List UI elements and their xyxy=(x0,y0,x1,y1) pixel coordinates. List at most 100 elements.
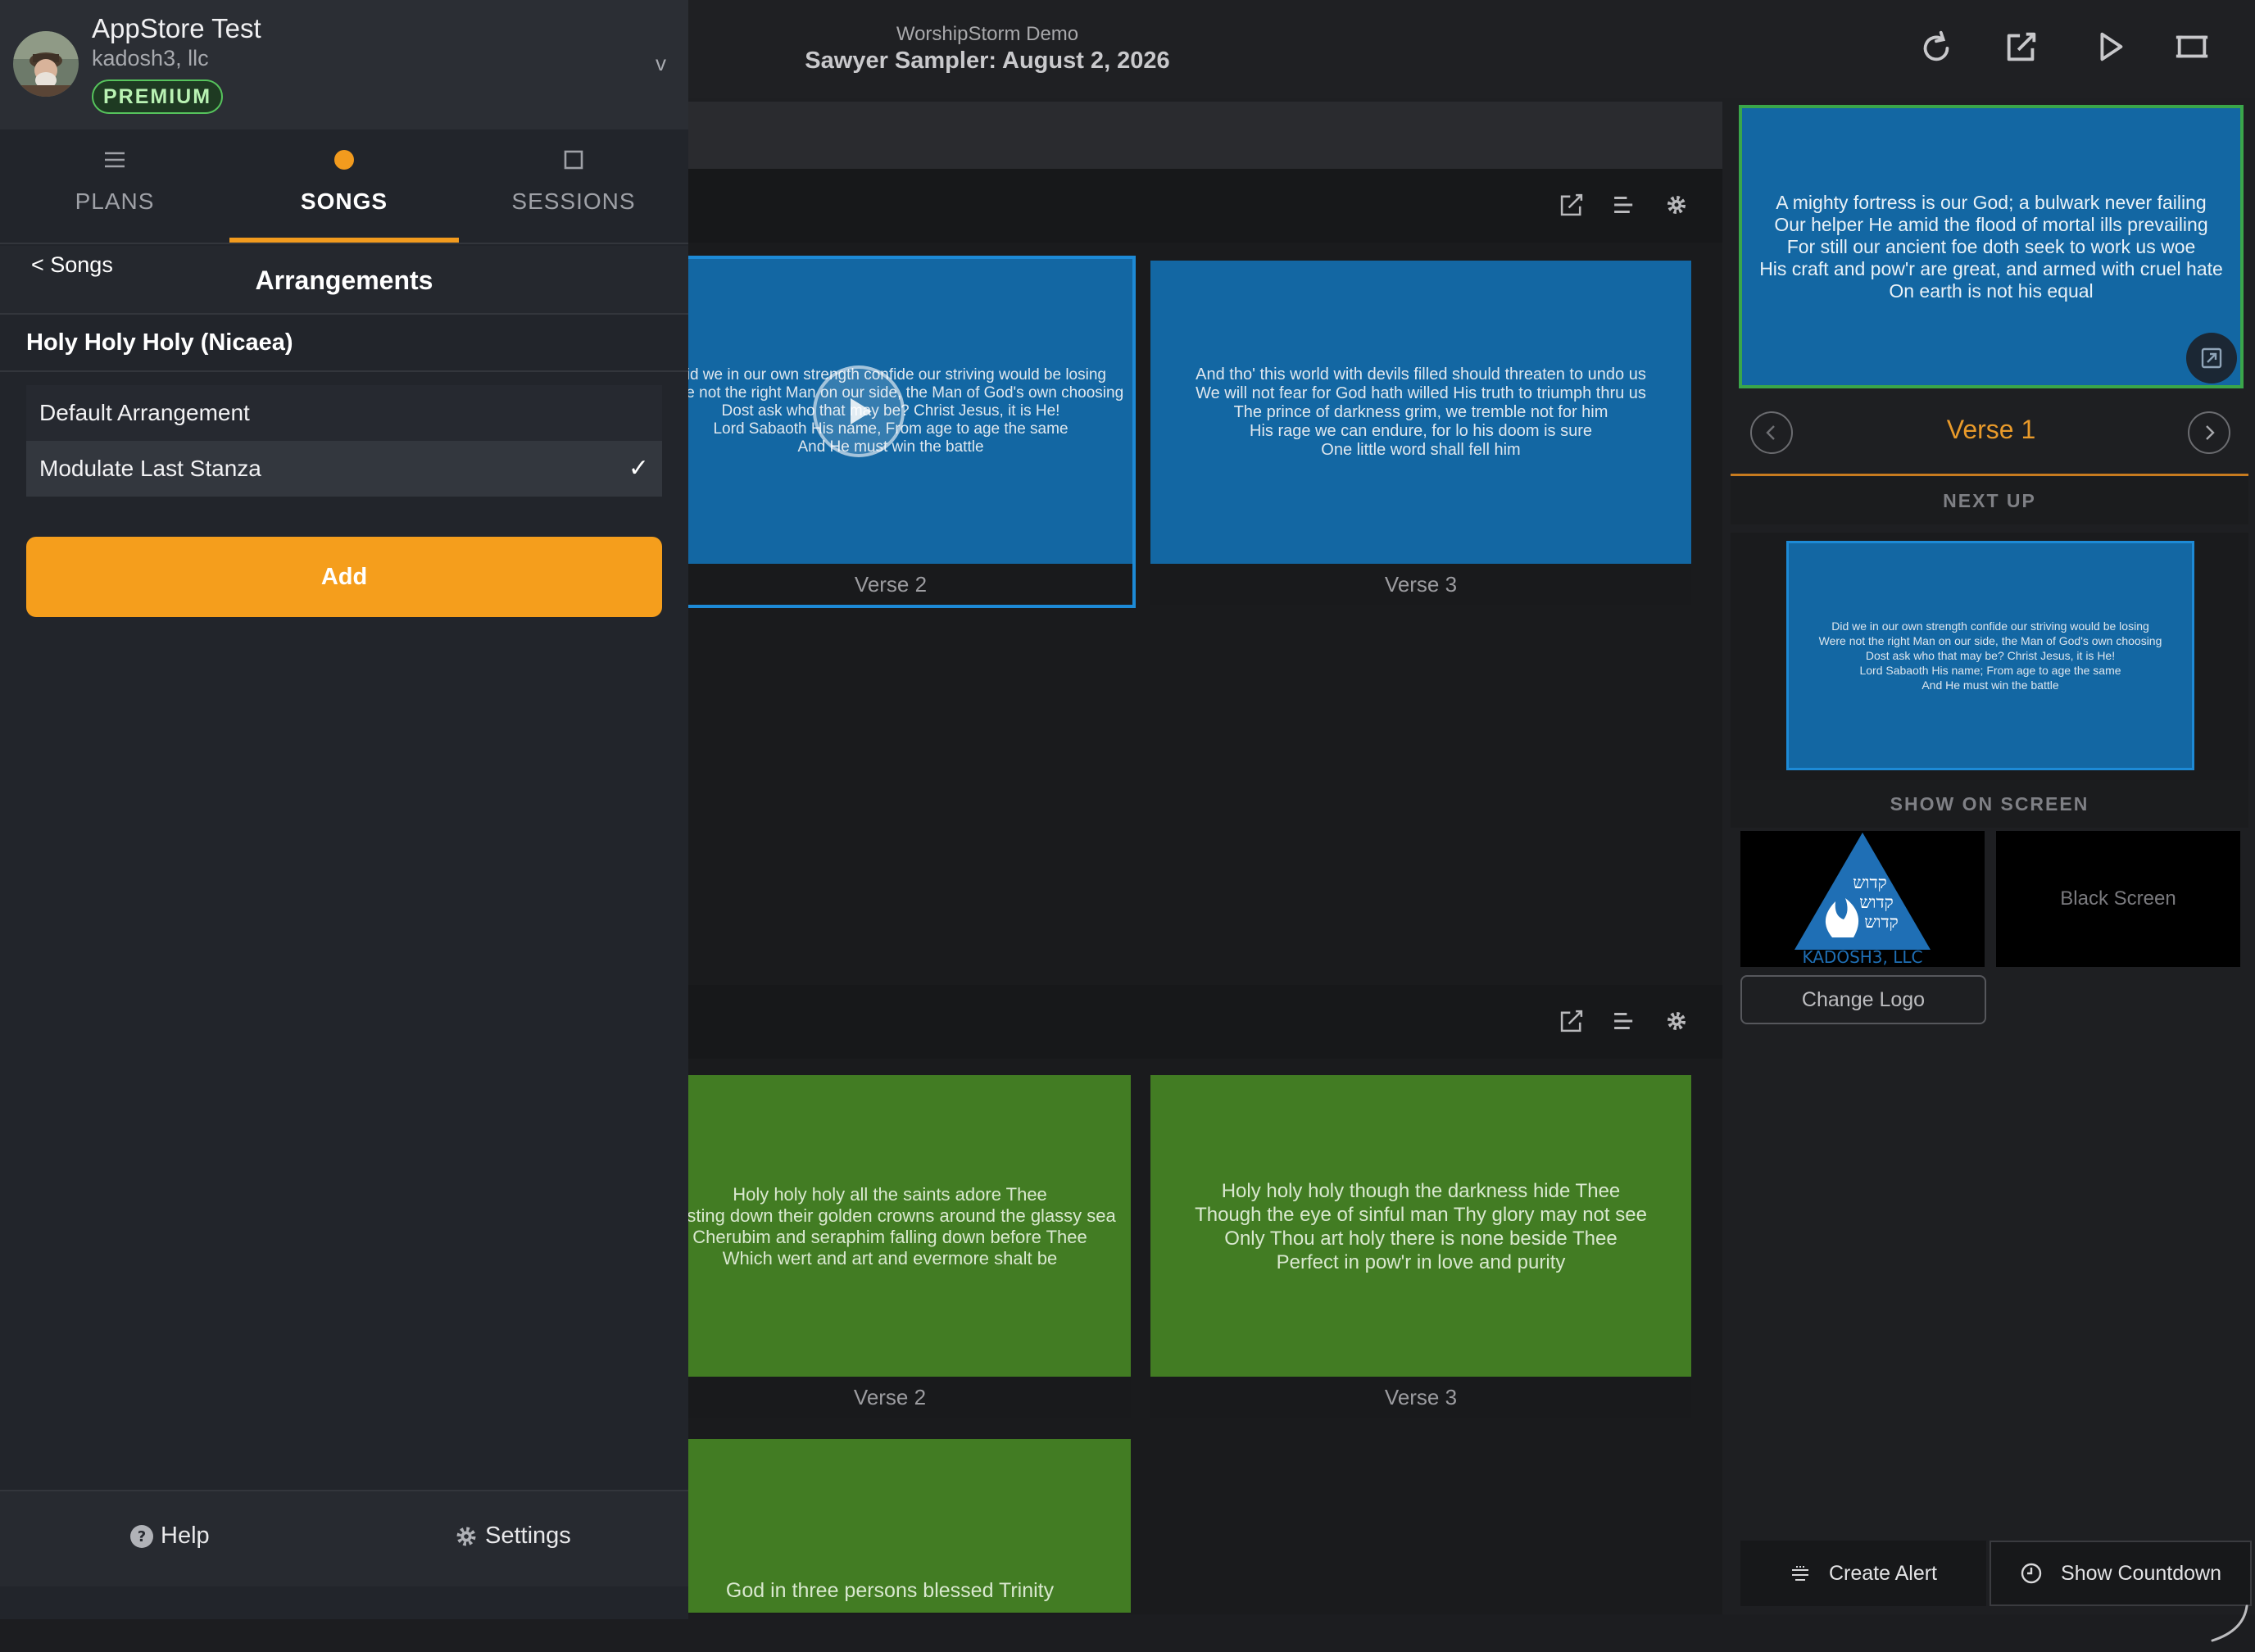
list-icon xyxy=(103,148,126,172)
arrangements-title: Arrangements xyxy=(255,266,433,295)
arrangement-list-icon[interactable] xyxy=(1608,188,1640,221)
arrangement-label: Default Arrangement xyxy=(39,400,250,425)
slide-lyrics: And tho' this world with devils filled s… xyxy=(1150,261,1691,564)
logo-screen-tile[interactable]: קדוש קדוש קדוש KADOSH3, LLC xyxy=(1740,831,1985,967)
svg-text:?: ? xyxy=(138,1528,146,1545)
show-on-screen-heading: SHOW ON SCREEN xyxy=(1731,780,2248,828)
kadosh-logo: קדוש קדוש קדוש KADOSH3, LLC xyxy=(1794,833,1931,967)
account-org: kadosh3, llc xyxy=(92,46,209,70)
tab-songs[interactable]: SONGS xyxy=(229,129,459,244)
play-slide-icon[interactable] xyxy=(813,365,905,457)
play-icon[interactable] xyxy=(2086,23,2134,70)
chevron-down-icon[interactable]: v xyxy=(656,51,666,76)
gear-icon xyxy=(456,1527,476,1545)
slide-label: Verse 2 xyxy=(649,564,1132,605)
settings-label: Settings xyxy=(485,1523,571,1549)
avatar xyxy=(13,31,79,97)
arrangement-label: Modulate Last Stanza xyxy=(39,456,261,481)
account-header[interactable]: AppStore Test kadosh3, llc PREMIUM v xyxy=(0,0,688,129)
slide-lyrics: Holy holy holy all the saints adore Thee… xyxy=(649,1075,1131,1378)
show-countdown-button[interactable]: Show Countdown xyxy=(1990,1541,2252,1606)
song-settings-gear-icon[interactable] xyxy=(1660,1005,1693,1037)
plan-title: Sawyer Sampler: August 2, 2026 xyxy=(805,48,1170,74)
status-strip xyxy=(0,1614,2255,1652)
next-up-heading: NEXT UP xyxy=(1731,477,2248,524)
slide-verse-2[interactable]: Did we in our own strength confide our s… xyxy=(646,256,1136,608)
settings-button[interactable]: Settings xyxy=(454,1523,571,1550)
lyric-line: Though the eye of sinful man Thy glory m… xyxy=(1195,1204,1647,1226)
next-lyric-line: Dost ask who that may be? Christ Jesus, … xyxy=(1865,649,2116,662)
lyric-line: We will not fear for God hath willed His… xyxy=(1196,384,1646,402)
arrangement-item[interactable]: Default Arrangement xyxy=(26,385,662,441)
create-alert-label: Create Alert xyxy=(1828,1561,1937,1585)
checkmark-icon: ✓ xyxy=(628,455,649,482)
next-lyric-line: And He must win the battle xyxy=(1922,678,2059,692)
next-slide-icon[interactable] xyxy=(2188,411,2230,454)
present-screen-icon[interactable] xyxy=(2168,23,2216,70)
slide-verse-4[interactable]: God in three persons blessed Trinity xyxy=(649,1439,1131,1613)
slide-label: Verse 2 xyxy=(649,1377,1131,1418)
slide-verse-3[interactable]: And tho' this world with devils filled s… xyxy=(1150,261,1691,605)
live-lyric-line: His craft and pow'r are great, and armed… xyxy=(1759,257,2223,279)
sidebar-tabs: PLANS SONGS SESSIONS xyxy=(0,129,688,244)
divider xyxy=(1731,474,2248,476)
help-icon: ? xyxy=(130,1524,153,1548)
alert-icon xyxy=(1791,1566,1808,1581)
refresh-icon[interactable] xyxy=(1912,23,1960,70)
logo-hebrew-line: קדוש xyxy=(1864,912,1899,932)
create-alert-button[interactable]: Create Alert xyxy=(1740,1541,1986,1606)
live-lyric-line: On earth is not his equal xyxy=(1889,279,2094,302)
square-icon xyxy=(564,148,583,172)
back-to-songs-link[interactable]: < Songs xyxy=(31,252,113,278)
next-up-slide[interactable]: Did we in our own strength confide our s… xyxy=(1786,541,2194,770)
arrangement-item-selected[interactable]: Modulate Last Stanza ✓ xyxy=(26,441,662,497)
lyric-line: One little word shall fell him xyxy=(1321,440,1521,459)
help-button[interactable]: ? Help xyxy=(129,1523,210,1550)
dot-icon xyxy=(333,148,355,172)
tab-sessions[interactable]: SESSIONS xyxy=(459,129,688,244)
plan-subtitle: WorshipStorm Demo xyxy=(896,23,1079,45)
previous-slide-icon[interactable] xyxy=(1750,411,1793,454)
edit-song-icon[interactable] xyxy=(1555,188,1588,221)
tab-plans[interactable]: PLANS xyxy=(0,129,229,244)
tab-label: SESSIONS xyxy=(511,188,636,214)
lyric-line: Perfect in pow'r in love and purity xyxy=(1276,1251,1566,1273)
slide-label: Verse 3 xyxy=(1150,1377,1691,1418)
lyric-line: Holy holy holy all the saints adore Thee xyxy=(733,1184,1047,1205)
slide-lyrics: God in three persons blessed Trinity xyxy=(649,1439,1131,1613)
arrangement-list-icon[interactable] xyxy=(1608,1005,1640,1037)
slide-verse-3[interactable]: Holy holy holy though the darkness hide … xyxy=(1150,1075,1691,1418)
slide-verse-2[interactable]: Holy holy holy all the saints adore Thee… xyxy=(649,1075,1131,1418)
edit-song-icon[interactable] xyxy=(1555,1005,1588,1037)
add-arrangement-button[interactable]: Add xyxy=(26,537,662,617)
tab-label: SONGS xyxy=(300,188,388,214)
logo-hebrew-line: קדוש xyxy=(1853,873,1887,892)
expand-icon[interactable] xyxy=(2186,333,2237,384)
logo-text: KADOSH3, LLC xyxy=(1802,947,1922,967)
account-name: AppStore Test xyxy=(92,13,261,43)
premium-badge: PREMIUM xyxy=(92,79,224,114)
black-screen-tile[interactable]: Black Screen xyxy=(1996,831,2240,967)
help-label: Help xyxy=(161,1523,210,1549)
live-lyric-line: Our helper He amid the flood of mortal i… xyxy=(1774,213,2208,235)
lyric-line: And tho' this world with devils filled s… xyxy=(1196,365,1646,384)
logo-hebrew-line: קדוש xyxy=(1859,892,1894,912)
active-tab-indicator xyxy=(229,238,459,243)
clock-icon xyxy=(2021,1563,2042,1584)
current-slide-label: Verse 1 xyxy=(1946,415,2036,444)
live-output-preview[interactable]: A mighty fortress is our God; a bulwark … xyxy=(1739,105,2244,388)
next-lyric-line: Did we in our own strength confide our s… xyxy=(1831,620,2149,633)
external-edit-icon[interactable] xyxy=(1998,23,2045,70)
sidebar-footer xyxy=(0,1490,688,1586)
song-settings-gear-icon[interactable] xyxy=(1660,188,1693,221)
lyric-line: Holy holy holy though the darkness hide … xyxy=(1221,1180,1621,1202)
lyric-line: Cherubim and seraphim falling down befor… xyxy=(692,1227,1087,1247)
lyric-line: The prince of darkness grim, we tremble … xyxy=(1233,402,1608,421)
resize-handle-icon[interactable] xyxy=(2204,1598,2253,1647)
change-logo-button[interactable]: Change Logo xyxy=(1740,975,1986,1024)
sidebar-drawer: AppStore Test kadosh3, llc PREMIUM v PLA… xyxy=(0,0,688,1619)
lyric-line: Casting down their golden crowns around … xyxy=(664,1205,1116,1226)
live-lyric-line: A mighty fortress is our God; a bulwark … xyxy=(1776,191,2207,213)
slide-lyrics: Holy holy holy though the darkness hide … xyxy=(1150,1075,1691,1378)
next-lyric-line: Were not the right Man on our side, the … xyxy=(1818,634,2162,647)
